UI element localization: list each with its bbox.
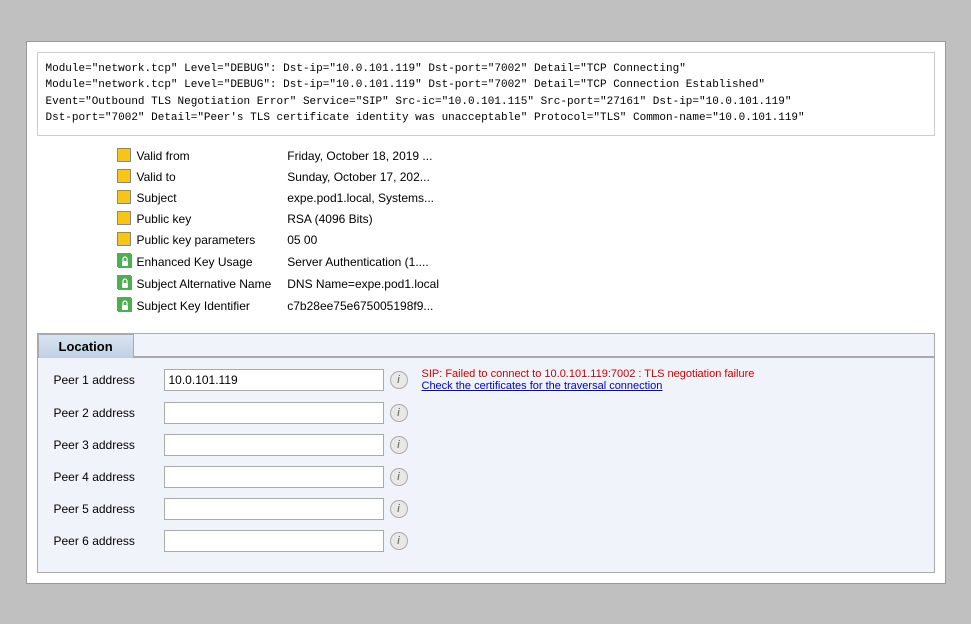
peer-4-input[interactable] [164, 466, 384, 488]
green-icon-7 [117, 297, 131, 311]
main-container: Module="network.tcp" Level="DEBUG": Dst-… [26, 41, 946, 584]
cert-row-subject-alt-name: Subject Alternative Name DNS Name=expe.p… [117, 273, 440, 295]
cert-value-subject-alt-name: DNS Name=expe.pod1.local [287, 273, 439, 295]
peer-1-error-text: SIP: Failed to connect to 10.0.101.119:7… [422, 368, 755, 380]
peer-row-5: Peer 5 address i [54, 498, 918, 520]
cert-value-subject: expe.pod1.local, Systems... [287, 188, 439, 209]
green-icon-5 [117, 253, 131, 267]
peer-3-label: Peer 3 address [54, 438, 164, 452]
cert-value-valid-to: Sunday, October 17, 202... [287, 167, 439, 188]
location-header-row: Location [38, 334, 934, 358]
cert-row-public-key-params: Public key parameters 05 00 [117, 230, 440, 251]
cert-label-subject-alt-name: Subject Alternative Name [137, 273, 288, 295]
peer-4-label: Peer 4 address [54, 470, 164, 484]
peer-2-label: Peer 2 address [54, 406, 164, 420]
cert-value-public-key-params: 05 00 [287, 230, 439, 251]
tab-line [134, 356, 934, 357]
cert-icon-valid-to [117, 167, 137, 188]
peer-6-label: Peer 6 address [54, 534, 164, 548]
green-icon-6 [117, 275, 131, 289]
yellow-icon-3 [117, 211, 131, 225]
peer-2-input[interactable] [164, 402, 384, 424]
peer-row-4: Peer 4 address i [54, 466, 918, 488]
cert-label-subject-key-id: Subject Key Identifier [137, 295, 288, 317]
yellow-icon-2 [117, 190, 131, 204]
peer-1-error: SIP: Failed to connect to 10.0.101.119:7… [422, 368, 918, 392]
peer-4-info-icon[interactable]: i [390, 468, 408, 486]
yellow-icon-0 [117, 148, 131, 162]
cert-icon-public-key [117, 209, 137, 230]
location-body: Peer 1 address i SIP: Failed to connect … [38, 358, 934, 572]
peer-row-6: Peer 6 address i [54, 530, 918, 552]
peer-1-label: Peer 1 address [54, 373, 164, 387]
cert-label-public-key: Public key [137, 209, 288, 230]
log-line-1: Module="network.tcp" Level="DEBUG": Dst-… [46, 61, 926, 78]
log-line-4: Dst-port="7002" Detail="Peer's TLS certi… [46, 110, 926, 127]
cert-label-valid-from: Valid from [137, 146, 288, 167]
location-tab[interactable]: Location [38, 334, 134, 358]
cert-icon-public-key-params [117, 230, 137, 251]
cert-label-valid-to: Valid to [137, 167, 288, 188]
yellow-icon-4 [117, 232, 131, 246]
peer-row-1: Peer 1 address i SIP: Failed to connect … [54, 368, 918, 392]
cert-icon-subject [117, 188, 137, 209]
cert-value-subject-key-id: c7b28ee75e675005198f9... [287, 295, 439, 317]
cert-label-subject: Subject [137, 188, 288, 209]
cert-icon-subject-key-id [117, 295, 137, 317]
log-line-3: Event="Outbound TLS Negotiation Error" S… [46, 94, 926, 111]
cert-icon-subject-alt-name [117, 273, 137, 295]
cert-row-valid-from: Valid from Friday, October 18, 2019 ... [117, 146, 440, 167]
peer-5-input[interactable] [164, 498, 384, 520]
cert-table: Valid from Friday, October 18, 2019 ... … [37, 146, 935, 317]
peer-6-info-icon[interactable]: i [390, 532, 408, 550]
peer-5-info-icon[interactable]: i [390, 500, 408, 518]
peer-3-info-icon[interactable]: i [390, 436, 408, 454]
peer-row-3: Peer 3 address i [54, 434, 918, 456]
peer-row-2: Peer 2 address i [54, 402, 918, 424]
cert-row-public-key: Public key RSA (4096 Bits) [117, 209, 440, 230]
cert-table-inner: Valid from Friday, October 18, 2019 ... … [117, 146, 440, 317]
log-section: Module="network.tcp" Level="DEBUG": Dst-… [37, 52, 935, 136]
log-line-2: Module="network.tcp" Level="DEBUG": Dst-… [46, 77, 926, 94]
peer-6-input[interactable] [164, 530, 384, 552]
cert-label-enhanced-key-usage: Enhanced Key Usage [137, 251, 288, 273]
cert-value-valid-from: Friday, October 18, 2019 ... [287, 146, 439, 167]
cert-row-valid-to: Valid to Sunday, October 17, 202... [117, 167, 440, 188]
cert-value-enhanced-key-usage: Server Authentication (1.... [287, 251, 439, 273]
peer-3-input[interactable] [164, 434, 384, 456]
cert-row-subject-key-id: Subject Key Identifier c7b28ee75e6750051… [117, 295, 440, 317]
peer-1-error-link[interactable]: Check the certificates for the traversal… [422, 380, 918, 392]
peer-1-input[interactable] [164, 369, 384, 391]
cert-value-public-key: RSA (4096 Bits) [287, 209, 439, 230]
peer-5-label: Peer 5 address [54, 502, 164, 516]
location-section: Location Peer 1 address i SIP: Failed to… [37, 333, 935, 573]
location-tab-label: Location [59, 339, 113, 354]
cert-label-public-key-params: Public key parameters [137, 230, 288, 251]
cert-row-enhanced-key-usage: Enhanced Key Usage Server Authentication… [117, 251, 440, 273]
peer-1-info-icon[interactable]: i [390, 371, 408, 389]
peer-2-info-icon[interactable]: i [390, 404, 408, 422]
cert-icon-enhanced-key-usage [117, 251, 137, 273]
yellow-icon-1 [117, 169, 131, 183]
cert-row-subject: Subject expe.pod1.local, Systems... [117, 188, 440, 209]
cert-icon-valid-from [117, 146, 137, 167]
